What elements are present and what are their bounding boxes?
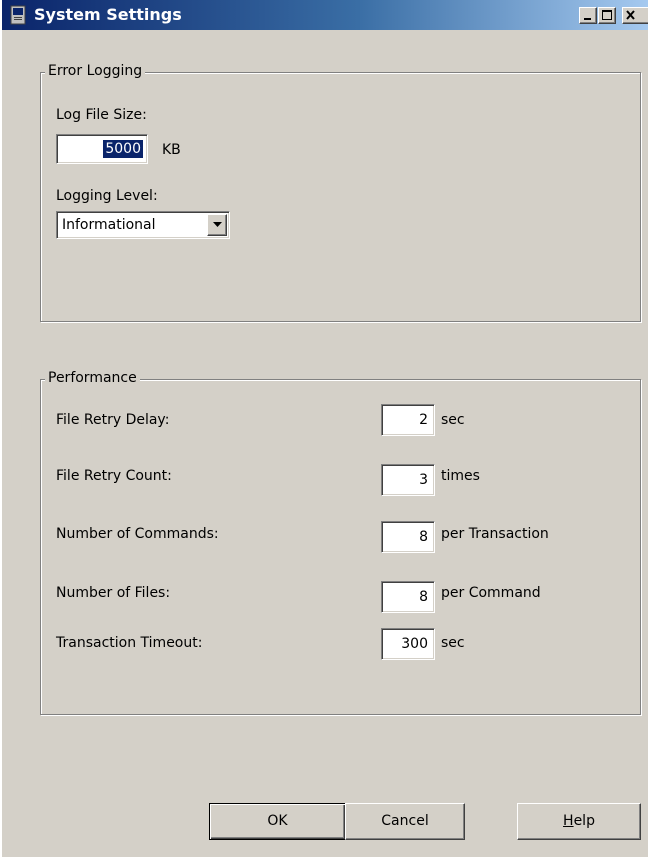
minimize-icon bbox=[584, 18, 591, 20]
log-file-size-input[interactable]: 5000 bbox=[56, 134, 148, 164]
number-of-commands-value: 8 bbox=[419, 529, 428, 545]
number-of-files-input[interactable]: 8 bbox=[381, 581, 435, 613]
logging-level-value: Informational bbox=[62, 217, 156, 233]
help-label-rest: elp bbox=[573, 813, 595, 829]
log-file-size-unit: KB bbox=[162, 142, 181, 158]
performance-legend: Performance bbox=[45, 370, 140, 386]
log-file-size-value: 5000 bbox=[103, 140, 143, 158]
number-of-commands-unit: per Transaction bbox=[441, 526, 549, 542]
transaction-timeout-label: Transaction Timeout: bbox=[56, 635, 203, 651]
transaction-timeout-input[interactable]: 300 bbox=[381, 628, 435, 660]
minimize-button[interactable] bbox=[579, 7, 597, 24]
number-of-files-value: 8 bbox=[419, 589, 428, 605]
number-of-commands-input[interactable]: 8 bbox=[381, 521, 435, 553]
help-button[interactable]: Help bbox=[517, 803, 641, 840]
number-of-files-label: Number of Files: bbox=[56, 585, 171, 601]
file-retry-count-unit: times bbox=[441, 468, 480, 484]
log-file-size-label: Log File Size: bbox=[56, 107, 147, 123]
file-retry-count-label: File Retry Count: bbox=[56, 468, 172, 484]
dropdown-arrow-button[interactable] bbox=[207, 214, 227, 236]
window-title: System Settings bbox=[34, 5, 182, 24]
file-retry-count-value: 3 bbox=[419, 472, 428, 488]
cancel-button[interactable]: Cancel bbox=[345, 803, 465, 840]
ok-button[interactable]: OK bbox=[209, 803, 346, 840]
chevron-down-icon bbox=[213, 222, 222, 227]
number-of-files-unit: per Command bbox=[441, 585, 541, 601]
title-bar[interactable]: System Settings bbox=[2, 0, 648, 30]
maximize-button[interactable] bbox=[598, 7, 616, 24]
number-of-commands-label: Number of Commands: bbox=[56, 526, 219, 542]
transaction-timeout-value: 300 bbox=[401, 636, 428, 652]
maximize-icon bbox=[602, 10, 612, 20]
file-retry-delay-unit: sec bbox=[441, 412, 465, 428]
error-logging-legend: Error Logging bbox=[45, 63, 146, 79]
performance-group: Performance bbox=[40, 370, 641, 715]
close-button[interactable] bbox=[622, 7, 648, 24]
transaction-timeout-unit: sec bbox=[441, 635, 465, 651]
file-retry-delay-value: 2 bbox=[419, 412, 428, 428]
logging-level-label: Logging Level: bbox=[56, 188, 158, 204]
file-retry-delay-label: File Retry Delay: bbox=[56, 412, 170, 428]
system-settings-window: System Settings Error Logging Log File S… bbox=[0, 0, 648, 857]
help-accel-letter: H bbox=[563, 813, 574, 829]
close-icon bbox=[626, 10, 635, 20]
file-retry-delay-input[interactable]: 2 bbox=[381, 404, 435, 436]
logging-level-dropdown[interactable]: Informational bbox=[56, 211, 230, 239]
file-retry-count-input[interactable]: 3 bbox=[381, 464, 435, 496]
monitor-icon bbox=[10, 5, 26, 25]
